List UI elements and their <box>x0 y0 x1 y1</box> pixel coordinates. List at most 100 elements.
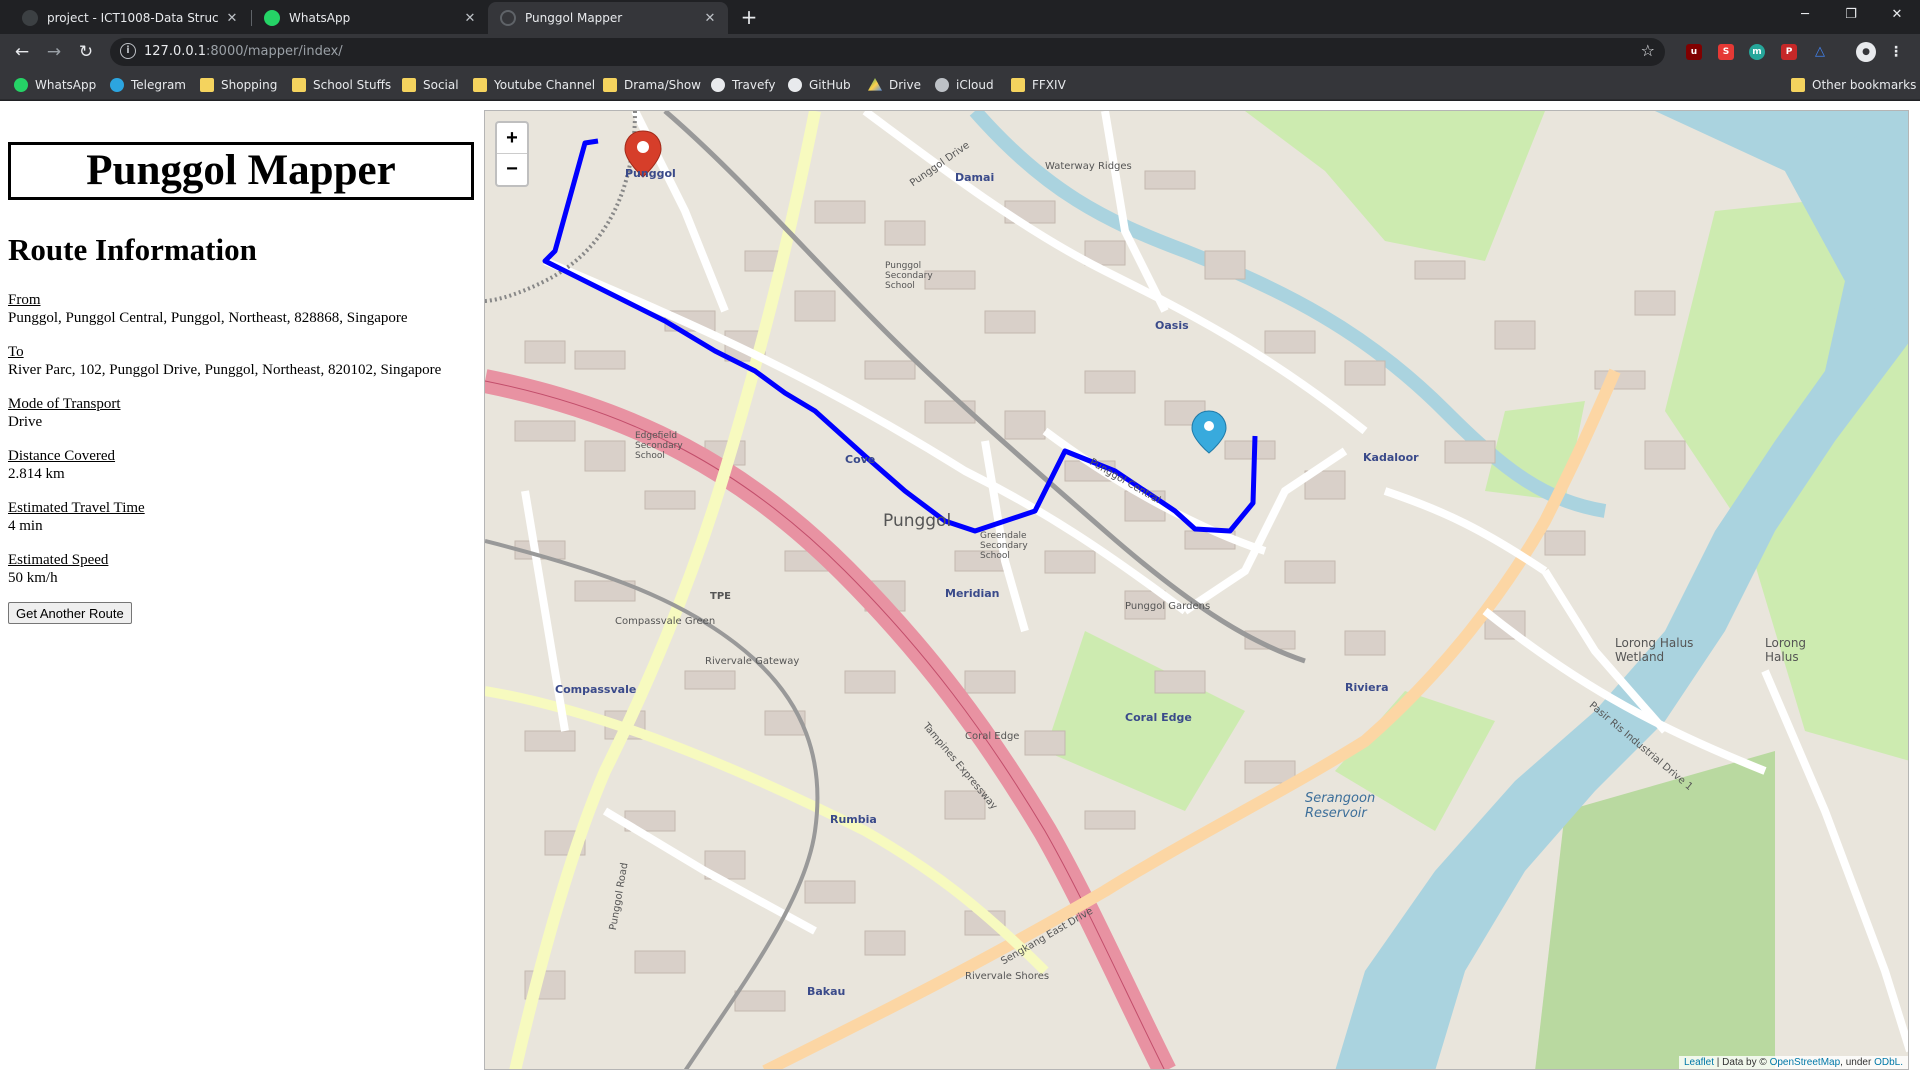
url-text[interactable]: 127.0.0.1:8000/mapper/index/ <box>144 44 343 59</box>
folder-icon <box>1011 78 1025 92</box>
map-label-tpe: TPE <box>710 591 731 602</box>
map-label-compassvale-green: Compassvale Green <box>615 616 716 627</box>
profile-avatar-icon[interactable]: ● <box>1856 42 1876 62</box>
bookmark-youtube-channel[interactable]: Youtube Channel <box>473 76 595 94</box>
map-label-meridian: Meridian <box>945 587 1000 600</box>
mode-value: Drive <box>8 414 43 430</box>
folder-icon <box>473 78 487 92</box>
menu-kebab-icon[interactable]: ⋮ <box>1888 44 1904 60</box>
bookmark-school-stuffs[interactable]: School Stuffs <box>292 76 391 94</box>
bookmark-label: School Stuffs <box>313 78 392 92</box>
travel-time-field: Estimated Travel Time 4 min <box>8 499 145 535</box>
bookmark-telegram[interactable]: Telegram <box>110 76 186 94</box>
speed-value: 50 km/h <box>8 570 58 586</box>
map-label-coral-edge-area: Coral Edge <box>965 731 1020 742</box>
close-icon[interactable]: ✕ <box>224 11 240 26</box>
whatsapp-icon <box>264 10 280 26</box>
map-label-edgefield-school: Edgefield Secondary School <box>635 431 683 461</box>
mode-label: Mode of Transport <box>8 396 121 412</box>
map-label-damai: Damai <box>955 171 995 184</box>
page-content: Punggol Mapper Route Information From Pu… <box>0 101 1920 1080</box>
minimize-button[interactable]: ─ <box>1782 0 1828 30</box>
map-label-rumbia: Rumbia <box>830 813 877 826</box>
folder-icon <box>603 78 617 92</box>
bookmark-label: WhatsApp <box>35 78 97 92</box>
bookmark-label: GitHub <box>809 78 851 92</box>
bookmark-label: FFXIV <box>1032 78 1066 92</box>
odbl-link[interactable]: ODbL. <box>1874 1057 1903 1068</box>
bookmark-whatsapp[interactable]: WhatsApp <box>14 76 96 94</box>
bookmark-star-icon[interactable]: ☆ <box>1641 41 1655 60</box>
new-tab-button[interactable]: + <box>736 5 762 31</box>
close-window-button[interactable]: ✕ <box>1874 0 1920 30</box>
to-value: River Parc, 102, Punggol Drive, Punggol,… <box>8 362 442 378</box>
bookmark-other-bookmarks[interactable]: Other bookmarks <box>1791 76 1916 94</box>
close-icon[interactable]: ✕ <box>462 11 478 26</box>
map-label-compassvale: Compassvale <box>555 683 637 696</box>
restore-button[interactable]: ❐ <box>1828 0 1874 30</box>
tab-title: WhatsApp <box>289 11 351 25</box>
page-title: Punggol Mapper <box>8 142 474 200</box>
bookmark-label: Youtube Channel <box>494 78 596 92</box>
bookmark-social[interactable]: Social <box>402 76 459 94</box>
map-label-serangoon-reservoir: Serangoon Reservoir <box>1305 791 1376 821</box>
map-attribution: Leaflet | Data by © OpenStreetMap, under… <box>1678 1056 1908 1069</box>
browser-toolbar: ← → ↻ i 127.0.0.1:8000/mapper/index/ ☆ u… <box>0 34 1920 70</box>
to-field: To River Parc, 102, Punggol Drive, Pungg… <box>8 343 441 379</box>
map-label-greendale-secondary: Greendale Secondary School <box>980 531 1028 561</box>
bookmark-label: Drama/Show <box>624 78 701 92</box>
pdf-extension-icon[interactable]: P <box>1781 44 1797 60</box>
bookmark-ffxiv[interactable]: FFXIV <box>1011 76 1066 94</box>
zoom-in-button[interactable]: + <box>497 123 527 154</box>
folder-icon <box>1791 78 1805 92</box>
from-label: From <box>8 292 41 308</box>
site-info-icon[interactable]: i <box>120 43 136 59</box>
travel-time-value: 4 min <box>8 518 43 534</box>
zoom-out-button[interactable]: − <box>497 154 527 185</box>
map-label-punggol-area: Punggol <box>883 511 952 531</box>
map-label-oasis: Oasis <box>1155 319 1189 332</box>
bookmark-shopping[interactable]: Shopping <box>200 76 277 94</box>
tab-title: Punggol Mapper <box>525 11 623 25</box>
github-icon <box>788 78 802 92</box>
map-container[interactable]: Punggol Damai Oasis Kadaloor Cove Meridi… <box>484 110 1909 1070</box>
map-label-coral-edge: Coral Edge <box>1125 711 1192 724</box>
drive-extension-icon[interactable]: △ <box>1812 44 1828 60</box>
map-label-kadaloor: Kadaloor <box>1363 451 1419 464</box>
back-button[interactable]: ← <box>10 40 34 64</box>
to-label: To <box>8 344 24 360</box>
bookmark-icloud[interactable]: iCloud <box>935 76 994 94</box>
map-label-waterway-ridges: Waterway Ridges <box>1045 161 1132 172</box>
reload-button[interactable]: ↻ <box>74 40 98 64</box>
tab-title: project - ICT1008-Data Structure <box>47 11 218 25</box>
get-another-route-button[interactable]: Get Another Route <box>8 602 132 624</box>
bookmark-drive[interactable]: Drive <box>868 76 921 94</box>
bookmark-travefy[interactable]: Travefy <box>711 76 775 94</box>
m-extension-icon[interactable]: m <box>1749 44 1765 60</box>
ublock-extension-icon[interactable]: u <box>1686 44 1702 60</box>
zoom-control: + − <box>495 121 529 187</box>
map-label-lorong-halus: Lorong Halus <box>1765 636 1807 664</box>
leaflet-link[interactable]: Leaflet <box>1684 1057 1714 1068</box>
from-field: From Punggol, Punggol Central, Punggol, … <box>8 291 408 327</box>
bookmark-github[interactable]: GitHub <box>788 76 851 94</box>
s-extension-icon[interactable]: S <box>1718 44 1734 60</box>
openstreetmap-link[interactable]: OpenStreetMap <box>1770 1057 1841 1068</box>
apple-icon <box>935 78 949 92</box>
map-label-riviera: Riviera <box>1345 681 1389 694</box>
speed-label: Estimated Speed <box>8 552 109 568</box>
address-bar[interactable]: i 127.0.0.1:8000/mapper/index/ ☆ <box>110 38 1665 66</box>
map-tiles[interactable] <box>485 111 1909 1070</box>
tab-whatsapp[interactable]: WhatsApp ✕ <box>252 2 488 34</box>
drive-icon <box>868 78 882 91</box>
forward-button[interactable]: → <box>42 40 66 64</box>
tab-punggol-mapper[interactable]: Punggol Mapper ✕ <box>488 2 728 34</box>
distance-label: Distance Covered <box>8 448 116 464</box>
tab-project[interactable]: project - ICT1008-Data Structure ✕ <box>10 2 250 34</box>
project-favicon-icon <box>22 10 38 26</box>
travel-time-label: Estimated Travel Time <box>8 500 145 516</box>
map-label-lorong-halus-wetland: Lorong Halus Wetland <box>1615 636 1694 664</box>
close-icon[interactable]: ✕ <box>702 11 718 26</box>
bookmark-drama-show[interactable]: Drama/Show <box>603 76 701 94</box>
route-sidebar: Punggol Mapper Route Information From Pu… <box>8 101 478 1080</box>
